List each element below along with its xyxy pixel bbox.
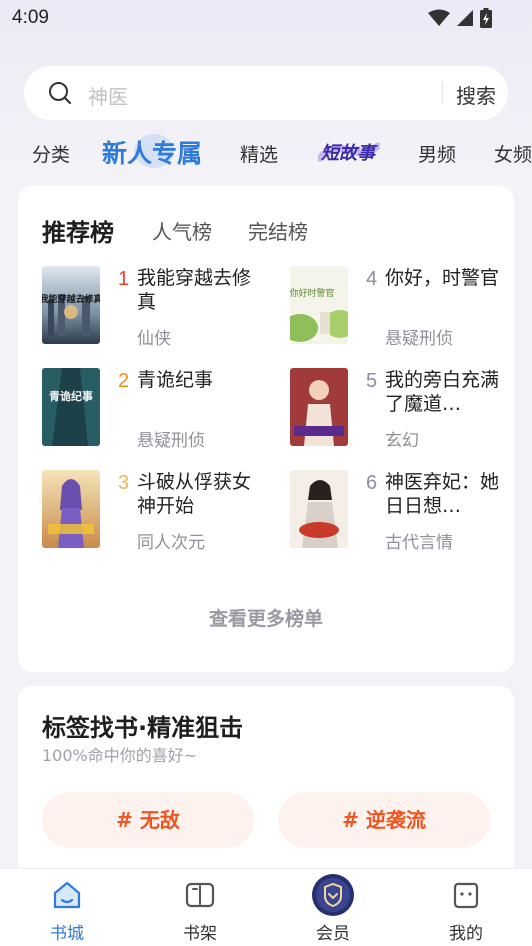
tag-pill[interactable]: # 逆袭流 xyxy=(278,792,490,848)
tab-female[interactable]: 女频 xyxy=(494,140,532,167)
bottom-nav: 书城 书架 会员 我的 xyxy=(0,868,532,946)
short-story-label: 短故事 xyxy=(321,143,378,164)
tab-short-story[interactable]: 短故事 xyxy=(316,136,382,174)
vip-shield-icon xyxy=(312,874,354,916)
search-button[interactable]: 搜索 xyxy=(444,80,508,109)
wifi-icon xyxy=(428,9,450,26)
cover-text: 我能穿越去修真 xyxy=(42,293,100,305)
tab-new-user[interactable]: 新人专属 xyxy=(102,134,202,170)
status-bar: 4:09 xyxy=(0,0,532,36)
nav-item-vip[interactable]: 会员 xyxy=(283,869,383,946)
nav-item-bookshelf[interactable]: 书架 xyxy=(150,869,250,946)
rank-tab-recommend[interactable]: 推荐榜 xyxy=(42,213,114,248)
book-cover: 你好时警官 xyxy=(290,266,348,344)
tags-title: 标签找书·精准狙击 xyxy=(42,714,244,742)
book-item[interactable]: 3 斗破从俘获女神开始 同人次元 xyxy=(42,470,272,556)
book-rank: 5 xyxy=(366,370,378,392)
book-genre: 悬疑刑侦 xyxy=(385,329,453,349)
ranking-card: 推荐榜 人气榜 完结榜 我能穿越去修真 1 我能穿越去修真 仙侠 你好时警官 4… xyxy=(18,186,514,672)
nav-item-bookstore[interactable]: 书城 xyxy=(17,869,117,946)
book-title: 你好，时警官 xyxy=(385,267,500,289)
book-title: 我的旁白充满了魔道… xyxy=(385,369,500,415)
book-item[interactable]: 我能穿越去修真 1 我能穿越去修真 仙侠 xyxy=(42,266,272,352)
book-title: 青诡纪事 xyxy=(137,369,214,391)
cover-text: 你好时警官 xyxy=(290,287,335,299)
book-item[interactable]: 6 神医弃妃：她日日想… 古代言情 xyxy=(290,470,520,556)
tab-category[interactable]: 分类 xyxy=(32,140,70,167)
short-story-logo-icon: 短故事 xyxy=(316,142,382,164)
nav-label: 我的 xyxy=(449,924,483,944)
tab-featured[interactable]: 精选 xyxy=(240,140,278,167)
rank-tab-popular[interactable]: 人气榜 xyxy=(152,216,212,245)
book-genre: 古代言情 xyxy=(385,533,453,553)
book-rank: 4 xyxy=(366,268,378,290)
book-cover: 青诡纪事 xyxy=(42,368,100,446)
book-rank: 2 xyxy=(118,370,130,392)
book-rank: 1 xyxy=(118,268,130,290)
book-genre: 玄幻 xyxy=(385,431,419,451)
book-title: 斗破从俘获女神开始 xyxy=(137,471,252,517)
book-rank: 3 xyxy=(118,472,130,494)
book-cover xyxy=(42,470,100,548)
book-genre: 同人次元 xyxy=(137,533,205,553)
book-cover xyxy=(290,368,348,446)
nav-item-profile[interactable]: 我的 xyxy=(416,869,516,946)
book-title: 神医弃妃：她日日想… xyxy=(385,471,500,517)
status-icons xyxy=(428,8,492,28)
nav-label: 会员 xyxy=(316,924,350,944)
book-item[interactable]: 青诡纪事 2 青诡纪事 悬疑刑侦 xyxy=(42,368,272,454)
book-title: 我能穿越去修真 xyxy=(137,267,252,313)
book-cover: 我能穿越去修真 xyxy=(42,266,100,344)
book-item[interactable]: 5 我的旁白充满了魔道… 玄幻 xyxy=(290,368,520,454)
search-input[interactable]: 神医 xyxy=(88,81,128,110)
more-rankings-button[interactable]: 查看更多榜单 xyxy=(18,604,514,631)
search-box[interactable]: 神医 搜索 xyxy=(24,66,508,120)
book-item[interactable]: 你好时警官 4 你好，时警官 悬疑刑侦 xyxy=(290,266,520,352)
cover-text: 青诡纪事 xyxy=(49,389,93,403)
book-icon xyxy=(185,882,215,908)
nav-label: 书城 xyxy=(50,924,84,944)
tag-pill[interactable]: # 无敌 xyxy=(42,792,254,848)
tab-male[interactable]: 男频 xyxy=(418,140,456,167)
category-tabs: 分类 新人专属 精选 短故事 男频 女频 xyxy=(0,128,532,176)
search-icon xyxy=(49,82,72,105)
status-time: 4:09 xyxy=(12,7,49,28)
profile-icon xyxy=(453,882,479,909)
book-genre: 仙侠 xyxy=(137,329,171,349)
signal-icon xyxy=(457,10,473,26)
book-rank: 6 xyxy=(366,472,378,494)
tags-subtitle: 100%命中你的喜好~ xyxy=(42,746,198,765)
rank-tab-completed[interactable]: 完结榜 xyxy=(248,216,308,245)
home-icon xyxy=(53,881,81,909)
battery-icon xyxy=(480,8,492,28)
nav-label: 书架 xyxy=(183,924,217,944)
book-genre: 悬疑刑侦 xyxy=(137,431,205,451)
search-divider xyxy=(442,82,443,104)
book-cover xyxy=(290,470,348,548)
